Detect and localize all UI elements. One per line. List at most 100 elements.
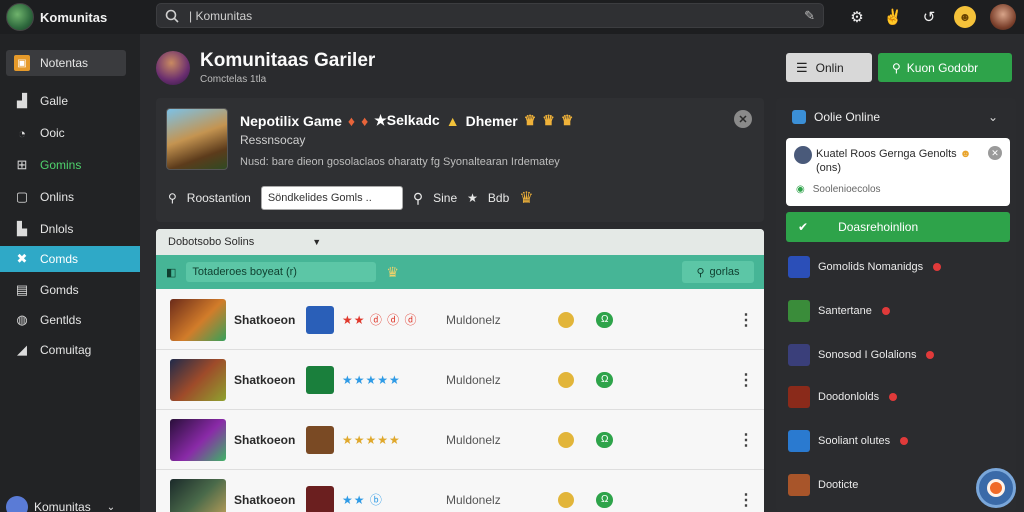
table-row[interactable]: Shatkoeon ★★★★★ Muldonelz Ω ⋮ bbox=[156, 350, 764, 410]
game-icon bbox=[788, 256, 810, 278]
game-thumbnail[interactable] bbox=[170, 358, 226, 401]
online-panel-header[interactable]: Oolie Online bbox=[792, 110, 880, 124]
list-header[interactable]: Dobotsobo Solins ▼ bbox=[156, 229, 764, 255]
app-title: Komunitas bbox=[40, 9, 108, 25]
online-panel-title: Oolie Online bbox=[814, 110, 881, 124]
trophy-icon: ♛ bbox=[560, 112, 574, 128]
sidebar-item-ooic[interactable]: ◔ Ooic bbox=[6, 120, 140, 146]
list-header-label: Dobotsobo Solins bbox=[168, 236, 255, 248]
action-label: Roostantion bbox=[186, 191, 251, 205]
search-input[interactable] bbox=[189, 8, 795, 23]
online-item-label: Sonosod I Golalions bbox=[818, 349, 917, 361]
star-icon[interactable]: ★ bbox=[467, 191, 478, 205]
trophy-icon[interactable]: ♛ bbox=[519, 188, 533, 208]
featured-title-extra: ★Selkadc bbox=[374, 112, 440, 128]
sidebar-item-galle[interactable]: ▟ Galle bbox=[6, 88, 140, 114]
game-thumbnail[interactable] bbox=[170, 418, 226, 461]
notification-sub: (ons) bbox=[816, 162, 842, 174]
settings-icon[interactable]: ⚙ bbox=[846, 6, 868, 28]
sidebar-item-gentlds[interactable]: ◍ Gentlds bbox=[6, 307, 140, 333]
list-search-label: gorlas bbox=[709, 266, 740, 278]
more-options-icon[interactable]: ⋮ bbox=[738, 310, 754, 330]
online-item-label: Santertane bbox=[818, 305, 872, 317]
table-row[interactable]: Shatkoeon ★★★★★ Muldonelz Ω ⋮ bbox=[156, 410, 764, 470]
join-button[interactable]: ✔ Doasrehoinlion bbox=[786, 212, 1010, 242]
notification-card[interactable]: Kuatel Roos Gernga Genolts ☻ (ons) ✕ ◉ S… bbox=[786, 138, 1010, 206]
sidebar-item-label: Comds bbox=[40, 252, 79, 266]
notification-dot bbox=[900, 437, 909, 445]
online-list-item[interactable]: Sonosod I Golalions bbox=[788, 344, 935, 366]
more-options-icon[interactable]: ⋮ bbox=[738, 430, 754, 450]
table-row[interactable]: Shatkoeon ★★ ⓓ ⓓ ⓓ Muldonelz Ω ⋮ bbox=[156, 290, 764, 350]
bell-icon[interactable]: ✌ bbox=[882, 6, 904, 28]
chat-icon bbox=[987, 479, 1005, 497]
sidebar-item-onlins[interactable]: ▢ Onlins bbox=[6, 184, 140, 210]
game-status: Muldonelz bbox=[446, 372, 501, 387]
sidebar-item-gomins[interactable]: ⊞ Gomins bbox=[6, 152, 140, 178]
game-thumbnail[interactable] bbox=[170, 298, 226, 341]
app-brand[interactable]: Komunitas bbox=[6, 3, 107, 31]
sidebar-item-notentas[interactable]: ▣ Notentas bbox=[6, 50, 126, 76]
game-icon bbox=[788, 344, 810, 366]
chevron-down-icon[interactable]: ⌄ bbox=[988, 110, 998, 124]
emoji-icon[interactable]: ☻ bbox=[954, 6, 976, 28]
notification-footer-text: Soolenioecolos bbox=[812, 184, 881, 195]
more-options-icon[interactable]: ⋮ bbox=[738, 370, 754, 390]
page-header: Komunitaas Gariler Comctelas 1tla bbox=[156, 50, 375, 85]
sidebar-item-label: Gomds bbox=[40, 283, 79, 297]
chevron-down-icon: ▼ bbox=[312, 237, 322, 247]
online-button[interactable]: ☰ Onlin bbox=[786, 53, 872, 82]
online-list-item[interactable]: Gomolids Nomanidgs bbox=[788, 256, 942, 278]
game-thumbnail[interactable] bbox=[170, 478, 226, 512]
coin-icon bbox=[558, 371, 574, 388]
bdb-label: Bdb bbox=[487, 191, 510, 205]
trophy-icon[interactable]: ♛ bbox=[386, 264, 399, 281]
game-filter-input[interactable] bbox=[260, 186, 403, 210]
emoji-icon: ☻ bbox=[959, 148, 972, 160]
game-icon bbox=[788, 300, 810, 322]
fire-icon: ♦ bbox=[347, 112, 356, 129]
online-list-item[interactable]: Dooticte bbox=[788, 474, 858, 496]
trophy-icon: ♛ bbox=[542, 112, 555, 128]
close-icon[interactable]: ✕ bbox=[734, 110, 752, 128]
search-bar[interactable]: ✎ bbox=[156, 3, 824, 28]
sidebar-item-comuitag[interactable]: ◢ Comuitag bbox=[6, 337, 140, 363]
game-icon bbox=[788, 430, 810, 452]
user-avatar[interactable] bbox=[990, 4, 1016, 30]
search-icon: ⚲ bbox=[168, 191, 177, 205]
refresh-icon[interactable]: ↺ bbox=[918, 6, 940, 28]
online-list-item[interactable]: Santertane bbox=[788, 300, 890, 322]
featured-title: Nepotilix Game ♦ ♦ ★Selkadc ▲ Dhemer ♛ ♛… bbox=[240, 112, 573, 129]
clock-icon: ◔ bbox=[18, 125, 26, 141]
sidebar-item-gomds[interactable]: ▤ Gomds bbox=[6, 277, 140, 303]
square-icon: ▢ bbox=[15, 189, 29, 204]
sidebar-item-label: Comuitag bbox=[40, 343, 92, 357]
chevron-down-icon: ⌄ bbox=[106, 501, 116, 512]
table-row[interactable]: Shatkoeon ★★ ⓑ Muldonelz Ω ⋮ bbox=[156, 470, 764, 512]
coin-icon bbox=[558, 491, 574, 508]
game-thumbnail[interactable] bbox=[166, 108, 228, 170]
featured-title-text: Nepotilix Game bbox=[240, 112, 342, 129]
join-button-label: Doasrehoinlion bbox=[838, 220, 919, 234]
list-filter-input[interactable] bbox=[186, 262, 377, 282]
rating-stars: ★★ ⓓ ⓓ ⓓ bbox=[342, 313, 418, 327]
sidebar-item-dnlols[interactable]: ▙ Dnlols bbox=[6, 216, 140, 242]
sidebar-item-label: Dnlols bbox=[40, 222, 74, 236]
online-list-item[interactable]: Doodonlolds bbox=[788, 386, 898, 408]
sidebar-item-comds[interactable]: ✖ Comds bbox=[0, 246, 140, 272]
community-avatar bbox=[156, 50, 190, 85]
chat-fab-button[interactable] bbox=[976, 468, 1016, 508]
sidebar-footer[interactable]: Komunitas ⌄ bbox=[6, 496, 115, 512]
list-search-button[interactable]: ⚲ gorlas bbox=[682, 261, 754, 283]
primary-action-button[interactable]: ⚲ Kuon Godobr bbox=[878, 53, 1012, 82]
search-icon: ⚲ bbox=[696, 266, 705, 279]
game-name: Shatkoeon bbox=[234, 372, 296, 387]
game-name: Shatkoeon bbox=[234, 492, 296, 507]
sidebar-item-label: Notentas bbox=[40, 56, 89, 70]
online-list-item[interactable]: Sooliant olutes bbox=[788, 430, 909, 452]
more-options-icon[interactable]: ⋮ bbox=[738, 490, 754, 510]
search-icon[interactable]: ⚲ bbox=[413, 190, 423, 207]
status-badge: Ω bbox=[596, 431, 614, 448]
pen-icon[interactable]: ✎ bbox=[804, 8, 815, 24]
close-icon[interactable]: ✕ bbox=[988, 146, 1002, 160]
